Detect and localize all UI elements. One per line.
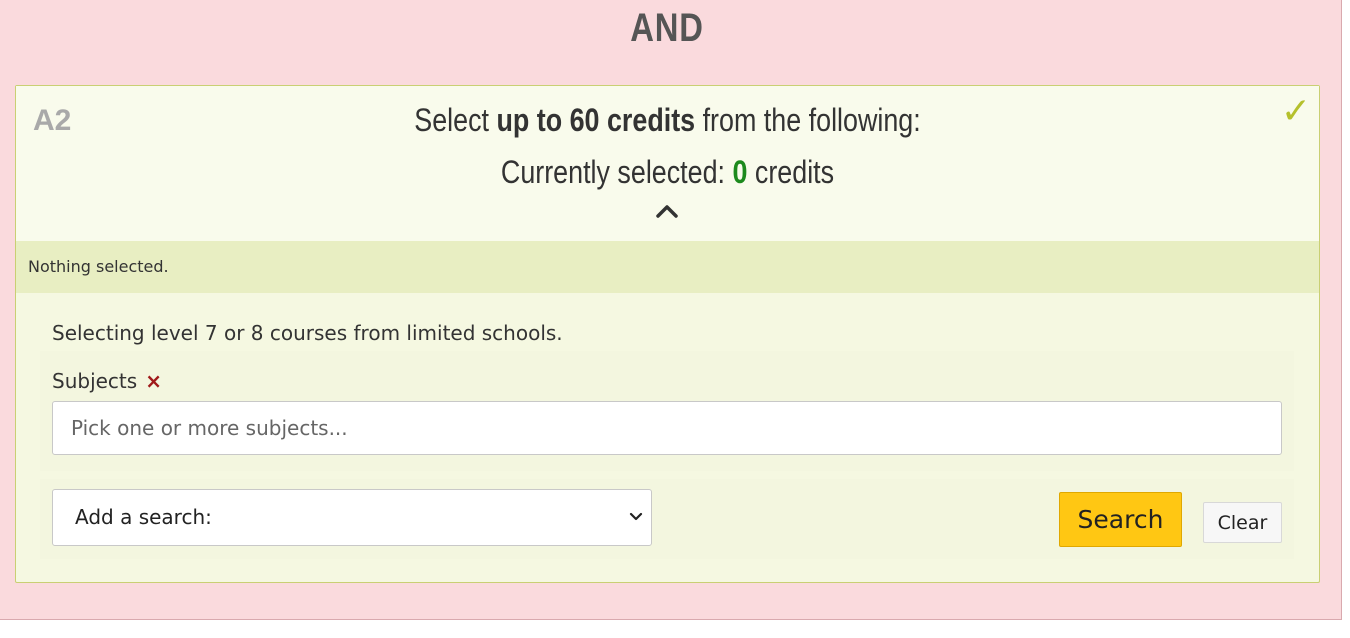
subjects-filter: Subjects × bbox=[40, 351, 1294, 471]
subjects-input[interactable] bbox=[52, 401, 1282, 455]
requirement-id: A2 bbox=[33, 104, 72, 137]
search-description: Selecting level 7 or 8 courses from limi… bbox=[52, 321, 563, 345]
current-selection: Currently selected: 0 credits bbox=[120, 154, 1215, 191]
chevron-up-icon[interactable] bbox=[656, 204, 678, 218]
subjects-label: Subjects × bbox=[52, 369, 162, 393]
current-prefix: Currently selected: bbox=[500, 154, 733, 190]
clear-button[interactable]: Clear bbox=[1203, 502, 1282, 543]
instruction-credits: up to 60 credits bbox=[496, 102, 696, 138]
search-area: Selecting level 7 or 8 courses from limi… bbox=[16, 293, 1319, 582]
selection-status: Nothing selected. bbox=[16, 241, 1319, 293]
remove-filter-icon[interactable]: × bbox=[145, 369, 162, 393]
requirement-panel: A2 ✓ Select up to 60 credits from the fo… bbox=[15, 85, 1320, 583]
instruction-suffix: from the following: bbox=[695, 102, 921, 138]
current-suffix: credits bbox=[747, 154, 835, 190]
checkmark-icon: ✓ bbox=[1280, 91, 1311, 132]
requirement-instruction: Select up to 60 credits from the followi… bbox=[120, 102, 1215, 139]
search-controls: Add a search: Search Clear bbox=[40, 479, 1294, 559]
requirement-group: AND A2 ✓ Select up to 60 credits from th… bbox=[0, 0, 1342, 620]
search-button[interactable]: Search bbox=[1059, 492, 1182, 547]
add-search-select[interactable]: Add a search: bbox=[52, 489, 652, 546]
requirement-header[interactable]: A2 ✓ Select up to 60 credits from the fo… bbox=[16, 86, 1319, 241]
instruction-prefix: Select bbox=[414, 102, 497, 138]
and-heading: AND bbox=[630, 6, 704, 50]
chevron-down-icon bbox=[629, 512, 643, 521]
add-search-selected: Add a search: bbox=[75, 505, 212, 529]
subjects-label-text: Subjects bbox=[52, 369, 138, 393]
current-credits-value: 0 bbox=[732, 154, 748, 190]
